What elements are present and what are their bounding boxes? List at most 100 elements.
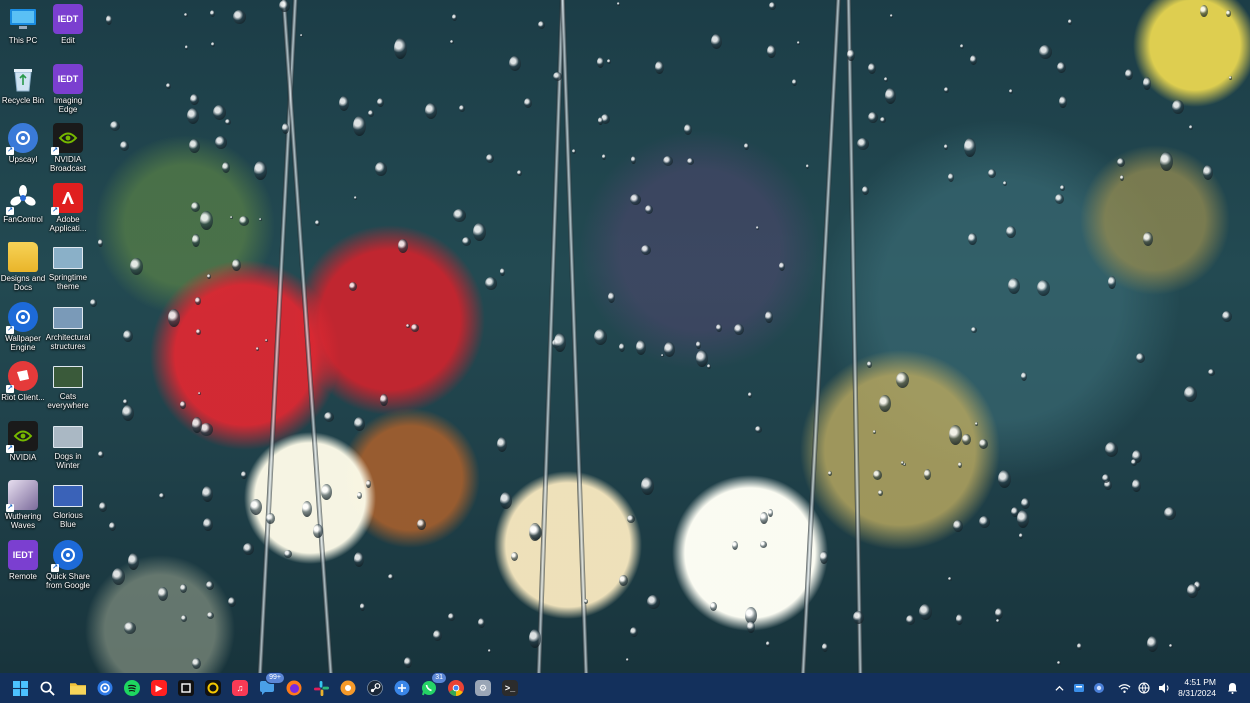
rain-drop bbox=[732, 541, 738, 550]
rain-drop bbox=[128, 553, 139, 570]
spotify-button[interactable] bbox=[120, 676, 144, 700]
steam-button[interactable] bbox=[363, 676, 387, 700]
desktop-icon-label: FanControl bbox=[3, 214, 43, 224]
rain-drop bbox=[948, 577, 952, 581]
desktop-icon-item[interactable]: Glorious Blue bbox=[45, 477, 91, 535]
desktop-icon-label: Upscayl bbox=[8, 155, 38, 164]
rain-drop bbox=[191, 202, 200, 212]
quick-share-tray-icon[interactable] bbox=[1092, 681, 1106, 695]
rain-drop bbox=[486, 154, 494, 163]
messages-button[interactable]: 99+ bbox=[255, 672, 285, 700]
whatsapp-button[interactable]: 31 bbox=[417, 672, 447, 700]
desktop-icon-label: Edit bbox=[61, 36, 75, 45]
app-button-4[interactable] bbox=[390, 676, 414, 700]
rain-streak bbox=[845, 0, 864, 673]
desktop-icon-item[interactable]: IEDT Edit bbox=[45, 1, 91, 59]
desktop-icon-item[interactable]: IEDT Imaging Edge bbox=[45, 61, 91, 119]
desktop-icon-item[interactable]: ↗ Adobe Applicati... bbox=[45, 180, 91, 238]
shortcut-arrow-icon: ↗ bbox=[6, 504, 14, 512]
rain-drop bbox=[110, 121, 120, 131]
network-icon[interactable] bbox=[1137, 681, 1151, 695]
desktop-icon-item[interactable]: Recycle Bin bbox=[0, 61, 46, 119]
quick-share-button[interactable] bbox=[93, 676, 117, 700]
rain-drop bbox=[106, 15, 112, 25]
desktop-icon-label: Glorious Blue bbox=[53, 511, 83, 529]
rain-drop bbox=[511, 552, 518, 561]
rain-drop bbox=[1222, 311, 1232, 322]
clock[interactable]: 4:51 PM 8/31/2024 bbox=[1178, 677, 1216, 699]
rain-drop bbox=[868, 112, 878, 123]
youtube-button[interactable]: ▶ bbox=[147, 676, 171, 700]
orange-app-icon bbox=[340, 680, 356, 696]
rain-drop bbox=[453, 209, 466, 222]
rain-drop bbox=[120, 141, 129, 151]
rain-drop bbox=[760, 541, 767, 548]
rain-drop bbox=[241, 471, 247, 479]
desktop-icon-item[interactable]: ↗ Upscayl bbox=[0, 120, 46, 178]
rain-drop bbox=[324, 412, 334, 422]
firefox-button[interactable] bbox=[282, 676, 306, 700]
tray-app-icon[interactable] bbox=[1072, 681, 1086, 695]
rain-drop bbox=[584, 599, 588, 604]
rain-drop bbox=[924, 469, 931, 480]
firefox-icon bbox=[286, 680, 302, 696]
desktop-icon-label: Quick Share from Google bbox=[45, 571, 91, 590]
glorious-blue-theme-icon bbox=[53, 485, 83, 507]
app-button-2[interactable] bbox=[201, 676, 225, 700]
rain-drop bbox=[716, 324, 722, 332]
slack-button[interactable] bbox=[309, 676, 333, 700]
rain-drop bbox=[339, 96, 349, 111]
desktop-icon-item[interactable]: ↗ Wuthering Waves bbox=[0, 477, 46, 535]
desktop-icon-item[interactable]: This PC bbox=[0, 1, 46, 59]
terminal-button[interactable]: >_ bbox=[498, 676, 522, 700]
rain-drop bbox=[636, 340, 646, 355]
desktop-icon-item[interactable]: Architectural structures bbox=[45, 299, 91, 357]
shortcut-arrow-icon: ↗ bbox=[6, 444, 14, 453]
rain-drop bbox=[1200, 5, 1208, 17]
rain-drop bbox=[450, 40, 454, 44]
rain-drop bbox=[641, 245, 651, 255]
rain-drop bbox=[1105, 442, 1118, 457]
desktop-icon-item[interactable]: ↗ NVIDIA Broadcast bbox=[45, 120, 91, 178]
desktop-icon-item[interactable]: ↗ NVIDIA bbox=[0, 418, 46, 476]
wifi-icon[interactable] bbox=[1117, 681, 1131, 695]
desktop-icon-item[interactable]: ↗ Quick Share from Google bbox=[45, 537, 91, 595]
desktop-icon-item[interactable]: IEDT Remote bbox=[0, 537, 46, 595]
rain-drop bbox=[868, 63, 876, 74]
desktop-icon-item[interactable]: Cats everywhere bbox=[45, 358, 91, 416]
desktop-icon-label: Adobe Applicati... bbox=[49, 214, 87, 233]
music-button[interactable]: ♫ bbox=[228, 676, 252, 700]
rain-drop bbox=[890, 14, 893, 18]
rain-drop bbox=[944, 87, 949, 93]
volume-icon[interactable] bbox=[1157, 681, 1171, 695]
settings-button[interactable]: ⚙ bbox=[471, 676, 495, 700]
rain-drop bbox=[196, 329, 201, 335]
desktop-icon-item[interactable]: Springtime theme bbox=[45, 239, 91, 297]
rain-drop bbox=[433, 630, 442, 641]
rain-drop bbox=[664, 342, 675, 357]
rain-drop bbox=[1125, 69, 1133, 80]
rain-drop bbox=[953, 520, 963, 532]
rain-drop bbox=[195, 297, 201, 305]
notification-bell-icon[interactable] bbox=[1225, 681, 1239, 695]
desktop-icon-item[interactable]: ↗ Wallpaper Engine bbox=[0, 299, 46, 357]
rain-drop bbox=[375, 162, 387, 176]
desktop-icon-item[interactable]: Designs and Docs bbox=[0, 239, 46, 297]
search-button[interactable] bbox=[36, 676, 60, 700]
desktop-icon-item[interactable]: ↗ FanControl bbox=[0, 180, 46, 238]
rain-drop bbox=[619, 575, 628, 586]
rain-drop bbox=[696, 341, 701, 349]
app-icon bbox=[178, 680, 194, 696]
rain-drop bbox=[1120, 175, 1124, 181]
rain-drop bbox=[259, 218, 262, 221]
iedt-imaging-icon: IEDT bbox=[53, 63, 83, 94]
chrome-button[interactable] bbox=[444, 676, 468, 700]
app-button[interactable] bbox=[174, 676, 198, 700]
app-button-3[interactable] bbox=[336, 676, 360, 700]
desktop-icon-label: Imaging Edge bbox=[53, 95, 83, 114]
desktop-icon-item[interactable]: Dogs in Winter bbox=[45, 418, 91, 476]
start-button[interactable] bbox=[9, 676, 33, 700]
chevron-up-icon[interactable] bbox=[1052, 681, 1066, 695]
desktop-icon-item[interactable]: ↗ Riot Client... bbox=[0, 358, 46, 416]
file-explorer-button[interactable] bbox=[66, 676, 90, 700]
